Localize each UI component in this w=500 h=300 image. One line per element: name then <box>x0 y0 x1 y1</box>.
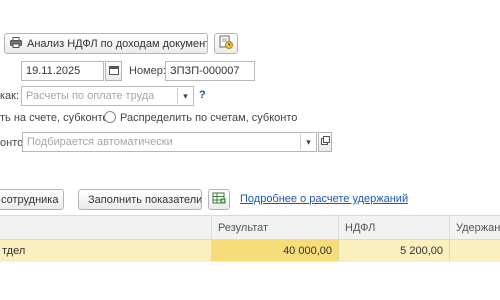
dropdown-arrow-icon[interactable]: ▾ <box>300 134 316 150</box>
open-subconto-button[interactable] <box>318 132 332 152</box>
table-row-name-cell[interactable]: тдел <box>0 240 212 261</box>
reflect-label: как: <box>0 90 20 102</box>
select-employee-label: сотрудника <box>1 193 59 206</box>
details-link[interactable]: Подробнее о расчете удержаний <box>240 193 408 205</box>
dropdown-arrow-icon[interactable]: ▾ <box>177 88 193 104</box>
table-row-ndfl-cell[interactable]: 5 200,00 <box>339 240 450 261</box>
report-clock-icon <box>219 35 233 52</box>
open-link-icon <box>320 136 330 148</box>
report-settings-button[interactable] <box>214 33 238 54</box>
spreadsheet-add-icon <box>212 192 226 208</box>
printer-icon <box>10 36 22 51</box>
column-header-name[interactable] <box>0 215 212 240</box>
radio-option-distribute-label[interactable]: Распределить по счетам, субконто <box>120 112 297 124</box>
number-label: Номер: <box>129 65 166 77</box>
fill-indicators-label: Заполнить показатели <box>88 193 202 206</box>
number-value: ЗПЗП-000007 <box>170 65 240 77</box>
radio-option-single-label[interactable]: ть на счете, субконто <box>0 112 109 124</box>
date-field[interactable]: 19.11.2025 <box>21 61 104 81</box>
subconto-field[interactable]: Подбирается автоматически ▾ <box>22 132 317 152</box>
calendar-icon <box>108 65 119 78</box>
table-body-area <box>0 261 500 300</box>
spreadsheet-button[interactable] <box>208 189 230 210</box>
date-value: 19.11.2025 <box>26 65 81 77</box>
table-row-result-cell[interactable]: 40 000,00 <box>212 240 339 261</box>
select-employee-button[interactable]: сотрудника <box>0 189 64 210</box>
reflect-field[interactable]: Расчеты по оплате труда ▾ <box>21 86 194 106</box>
column-header-deduction[interactable]: Удержание <box>450 215 500 240</box>
number-field[interactable]: ЗПЗП-000007 <box>165 61 255 81</box>
analysis-ndfl-label: Анализ НДФЛ по доходам документа <box>27 37 208 50</box>
column-header-result[interactable]: Результат <box>212 215 339 240</box>
fill-indicators-button[interactable]: Заполнить показатели ▾ <box>78 189 202 210</box>
calendar-button[interactable] <box>105 61 122 81</box>
analysis-ndfl-button[interactable]: Анализ НДФЛ по доходам документа <box>4 33 208 54</box>
column-header-ndfl[interactable]: НДФЛ <box>339 215 450 240</box>
reflect-placeholder: Расчеты по оплате труда <box>26 90 155 102</box>
table-row-deduction-cell[interactable] <box>450 240 500 261</box>
help-link[interactable]: ? <box>199 89 206 101</box>
radio-distribute-icon[interactable] <box>104 111 116 123</box>
subconto-placeholder: Подбирается автоматически <box>27 136 173 148</box>
